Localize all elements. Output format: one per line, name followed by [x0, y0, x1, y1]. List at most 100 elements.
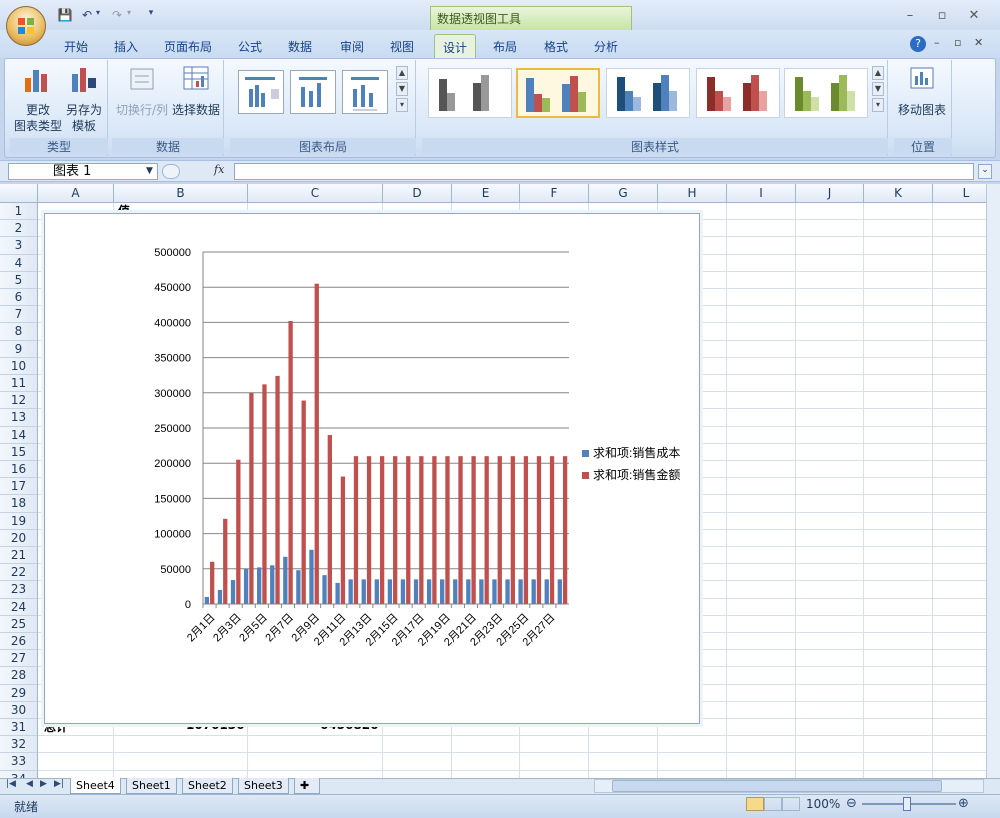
- row-header-9[interactable]: 9: [0, 340, 38, 358]
- zoom-out-icon[interactable]: ⊖: [846, 796, 857, 811]
- name-box[interactable]: 图表 1: [8, 163, 158, 180]
- column-header-h[interactable]: H: [658, 184, 727, 203]
- layouts-scroll-up-icon[interactable]: ▲: [396, 66, 408, 80]
- row-header-4[interactable]: 4: [0, 254, 38, 272]
- chart-layout-3[interactable]: [342, 70, 388, 114]
- help-icon[interactable]: ?: [910, 36, 926, 52]
- column-header-k[interactable]: K: [864, 184, 933, 203]
- pivot-chart[interactable]: 0 50000 100000 150000 200000 250000 300000 3500…: [44, 213, 700, 724]
- row-header-29[interactable]: 29: [0, 684, 38, 702]
- chart-style-colorful[interactable]: [516, 68, 600, 118]
- row-header-18[interactable]: 18: [0, 495, 38, 513]
- column-header-a[interactable]: A: [38, 184, 114, 203]
- styles-scroll-down-icon[interactable]: ▼: [872, 82, 884, 96]
- name-box-dropdown-icon[interactable]: ▼: [146, 166, 153, 176]
- tab-nav-first-icon[interactable]: |◀: [6, 779, 16, 789]
- row-header-7[interactable]: 7: [0, 306, 38, 324]
- ribbon-minimize-icon[interactable]: –: [934, 36, 940, 49]
- tab-nav-last-icon[interactable]: ▶|: [54, 779, 64, 789]
- sheet-tab-sheet1[interactable]: Sheet1: [126, 778, 177, 794]
- row-header-22[interactable]: 22: [0, 564, 38, 582]
- styles-more-icon[interactable]: ▾: [872, 98, 884, 112]
- row-header-28[interactable]: 28: [0, 667, 38, 685]
- tab-formulas[interactable]: 公式: [230, 34, 270, 58]
- sheet-tab-sheet3[interactable]: Sheet3: [238, 778, 289, 794]
- close-icon[interactable]: ✕: [962, 8, 986, 24]
- minimize-icon[interactable]: –: [898, 8, 922, 24]
- row-header-13[interactable]: 13: [0, 409, 38, 427]
- switch-row-column-button[interactable]: 切换行/列: [114, 64, 170, 118]
- page-layout-view-icon[interactable]: [764, 797, 782, 811]
- row-header-15[interactable]: 15: [0, 443, 38, 461]
- page-break-view-icon[interactable]: [782, 797, 800, 811]
- row-header-21[interactable]: 21: [0, 547, 38, 565]
- change-chart-type-button[interactable]: 更改 图表类型: [14, 64, 62, 134]
- layouts-scroll-down-icon[interactable]: ▼: [396, 82, 408, 96]
- chart-style-gray[interactable]: [428, 68, 512, 118]
- row-header-5[interactable]: 5: [0, 271, 38, 289]
- insert-function-icon[interactable]: fx: [214, 163, 224, 176]
- row-header-32[interactable]: 32: [0, 736, 38, 754]
- tab-analyze[interactable]: 分析: [586, 34, 626, 58]
- tab-home[interactable]: 开始: [56, 34, 96, 58]
- tab-page-layout[interactable]: 页面布局: [156, 34, 220, 58]
- row-header-16[interactable]: 16: [0, 461, 38, 479]
- row-header-14[interactable]: 14: [0, 426, 38, 444]
- restore-icon[interactable]: ▫: [930, 8, 954, 24]
- tab-nav-next-icon[interactable]: ▶: [40, 779, 47, 789]
- sheet-tab-sheet4[interactable]: Sheet4: [70, 778, 121, 794]
- select-data-button[interactable]: 选择数据: [170, 64, 222, 118]
- row-header-20[interactable]: 20: [0, 529, 38, 547]
- row-header-10[interactable]: 10: [0, 357, 38, 375]
- vertical-scrollbar[interactable]: [986, 184, 1000, 778]
- row-header-27[interactable]: 27: [0, 650, 38, 668]
- row-header-24[interactable]: 24: [0, 598, 38, 616]
- tab-layout[interactable]: 布局: [485, 34, 525, 58]
- tab-nav-prev-icon[interactable]: ◀: [26, 779, 33, 789]
- row-header-3[interactable]: 3: [0, 237, 38, 255]
- normal-view-icon[interactable]: [746, 797, 764, 811]
- chart-style-blue[interactable]: [606, 68, 690, 118]
- chart-style-green[interactable]: [784, 68, 868, 118]
- ribbon-close-icon[interactable]: ✕: [974, 36, 983, 49]
- insert-sheet-icon[interactable]: ✚: [294, 778, 320, 794]
- column-header-b[interactable]: B: [114, 184, 248, 203]
- chart-layout-1[interactable]: [238, 70, 284, 114]
- row-header-34[interactable]: 34: [0, 770, 38, 778]
- column-header-i[interactable]: I: [727, 184, 796, 203]
- move-chart-button[interactable]: 移动图表: [894, 64, 950, 118]
- zoom-in-icon[interactable]: ⊕: [958, 796, 969, 811]
- row-header-31[interactable]: 31: [0, 719, 38, 737]
- formula-expand-icon[interactable]: ⌄: [978, 164, 992, 179]
- column-header-g[interactable]: G: [589, 184, 658, 203]
- zoom-level[interactable]: 100%: [806, 797, 840, 811]
- row-header-6[interactable]: 6: [0, 289, 38, 307]
- chart-style-red[interactable]: [696, 68, 780, 118]
- row-header-30[interactable]: 30: [0, 701, 38, 719]
- row-header-11[interactable]: 11: [0, 375, 38, 393]
- column-header-f[interactable]: F: [520, 184, 589, 203]
- row-header-2[interactable]: 2: [0, 220, 38, 238]
- select-all-corner[interactable]: [0, 184, 38, 203]
- tab-review[interactable]: 审阅: [332, 34, 372, 58]
- row-header-25[interactable]: 25: [0, 615, 38, 633]
- column-header-e[interactable]: E: [452, 184, 520, 203]
- column-header-d[interactable]: D: [383, 184, 452, 203]
- column-header-j[interactable]: J: [796, 184, 864, 203]
- chart-layout-2[interactable]: [290, 70, 336, 114]
- row-header-23[interactable]: 23: [0, 581, 38, 599]
- styles-scroll-up-icon[interactable]: ▲: [872, 66, 884, 80]
- sheet-tab-sheet2[interactable]: Sheet2: [182, 778, 233, 794]
- horizontal-scroll-thumb[interactable]: [612, 780, 942, 792]
- column-header-c[interactable]: C: [248, 184, 383, 203]
- tab-insert[interactable]: 插入: [106, 34, 146, 58]
- save-as-template-button[interactable]: 另存为 模板: [62, 64, 106, 134]
- tab-data[interactable]: 数据: [280, 34, 320, 58]
- row-header-1[interactable]: 1: [0, 203, 38, 221]
- tab-format[interactable]: 格式: [536, 34, 576, 58]
- row-header-19[interactable]: 19: [0, 512, 38, 530]
- row-header-8[interactable]: 8: [0, 323, 38, 341]
- tab-view[interactable]: 视图: [382, 34, 422, 58]
- formula-input[interactable]: [234, 163, 974, 180]
- office-button[interactable]: [6, 6, 46, 46]
